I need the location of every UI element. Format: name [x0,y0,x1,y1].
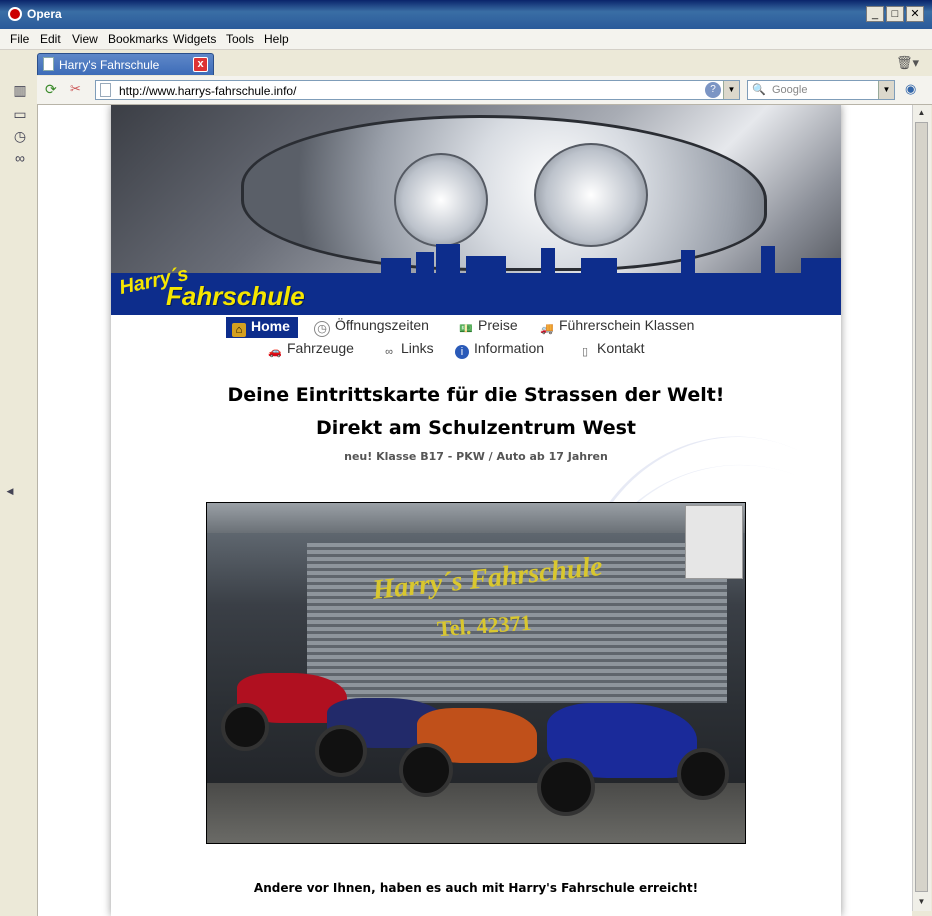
links-panel-icon[interactable]: ∞ [12,150,28,166]
subline-klasse-b17: neu! Klasse B17 - PKW / Auto ab 17 Jahre… [344,450,608,463]
menu-edit[interactable]: Edit [40,32,61,46]
page-icon [100,83,111,97]
menu-file[interactable]: File [10,32,29,46]
notes-panel-icon[interactable]: ▭ [12,106,28,122]
brand-fahrschule: Fahrschule [166,281,305,311]
scroll-thumb[interactable] [915,122,928,892]
close-window-button[interactable]: ✕ [906,6,924,22]
clock-icon: ◷ [314,321,330,337]
menu-tools[interactable]: Tools [226,32,254,46]
photo-ac-unit [685,505,743,579]
chevron-down-icon[interactable]: ▼ [878,81,894,99]
address-url: http://www.harrys-fahrschule.info/ [119,84,297,98]
photo-awning [207,503,745,533]
nav-information[interactable]: i Information [455,340,544,359]
trash-icon[interactable]: 🗑▾ [896,55,919,71]
tab-bar: Harry's Fahrschule x 🗑▾ [0,50,932,76]
search-icon: 🔍 [752,84,766,96]
info-icon: i [455,345,469,359]
chain-link-icon: ∞ [385,346,393,358]
nav-kontakt[interactable]: ▯ Kontakt [578,340,645,359]
menu-widgets[interactable]: Widgets [173,32,216,46]
nav-label: Preise [478,317,518,333]
nav-fuehrerschein-klassen[interactable]: 🚚 Führerschein Klassen [540,317,694,336]
chevron-down-icon[interactable]: ▼ [723,81,739,99]
site-info-icon[interactable]: ? [705,82,721,98]
maximize-button[interactable]: □ [886,6,904,22]
header-banner: Harry´s Fahrschule [111,105,841,315]
nav-preise[interactable]: 💵 Preise [459,317,518,336]
tab-harrys-fahrschule[interactable]: Harry's Fahrschule x [37,53,214,75]
close-tab-button[interactable]: x [193,57,208,72]
address-toolbar: ⟳ ✂ http://www.harrys-fahrschule.info/ ?… [37,76,932,105]
storefront-photo: Harry´s Fahrschule Tel. 42371 [206,502,746,844]
main-nav: ⌂ Home ◷ Öffnungszeiten 💵 Preise 🚚 Führersch… [111,315,841,367]
nav-label: Fahrzeuge [287,340,354,356]
bookmarks-panel-icon[interactable]: ▥ [12,82,28,98]
nav-label: Links [401,340,434,356]
phone-icon: ▯ [581,346,589,358]
nav-label: Information [474,340,545,356]
headlight-lens [534,143,648,247]
tab-label: Harry's Fahrschule [59,58,160,72]
opera-logo-icon [8,7,22,21]
window-title: Opera [27,7,62,21]
search-placeholder: Google [772,84,808,96]
address-field[interactable]: http://www.harrys-fahrschule.info/ ? ▼ [95,80,740,100]
headlight-lens [394,153,488,247]
truck-icon: 🚚 [540,323,554,335]
photo-pavement [207,783,745,843]
nav-home[interactable]: ⌂ Home [226,317,298,338]
menu-help[interactable]: Help [264,32,289,46]
nav-label: Führerschein Klassen [559,317,695,333]
vertical-scrollbar[interactable]: ▲ ▼ [912,105,931,911]
nav-label: Home [251,318,290,334]
menu-bar: File Edit View Bookmarks Widgets Tools H… [0,29,932,50]
nav-links[interactable]: ∞ Links [382,340,434,359]
scroll-down-arrow[interactable]: ▼ [915,895,928,909]
web-page: Harry´s Fahrschule ⌂ Home ◷ Öffnungszeiten… [111,105,841,916]
window-title-bar[interactable]: Opera _ □ ✕ [0,0,932,29]
nav-label: Öffnungszeiten [335,317,429,333]
menu-bookmarks[interactable]: Bookmarks [108,32,168,46]
page-icon [43,57,54,71]
money-icon: 💵 [459,323,473,335]
nav-fahrzeuge[interactable]: 🚗 Fahrzeuge [268,340,354,359]
menu-view[interactable]: View [72,32,98,46]
headline-eintrittskarte: Deine Eintrittskarte für die Strassen de… [227,384,725,406]
home-icon: ⌂ [232,323,246,337]
headline-schulzentrum: Direkt am Schulzentrum West [315,417,637,439]
nav-oeffnungszeiten[interactable]: ◷ Öffnungszeiten [314,317,429,337]
search-field[interactable]: 🔍 Google ▼ [747,80,895,100]
history-panel-icon[interactable]: ◷ [12,128,28,144]
bottom-text: Andere vor Ihnen, haben es auch mit Harr… [253,881,699,895]
wand-icon[interactable]: ✂ [70,81,81,97]
panel-toggle-icon[interactable]: ◀ [2,483,18,499]
car-icon: 🚗 [268,346,282,358]
headlight-graphic [241,115,767,271]
web-viewport: Harry´s Fahrschule ⌂ Home ◷ Öffnungszeiten… [38,105,912,916]
minimize-button[interactable]: _ [866,6,884,22]
scroll-up-arrow[interactable]: ▲ [915,106,928,120]
nav-label: Kontakt [597,340,645,356]
side-panel: ▤ ▥ ▭ ◷ ∞ ◀ [0,50,38,916]
reload-icon[interactable]: ⟳ [45,81,57,98]
eye-icon[interactable]: ◉ [905,81,916,97]
